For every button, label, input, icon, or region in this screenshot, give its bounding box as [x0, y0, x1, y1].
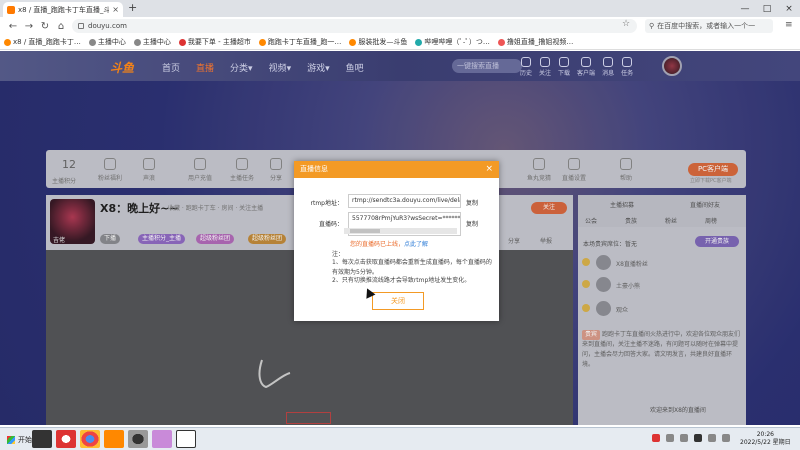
copy-code-button[interactable]: 复制 [466, 219, 478, 228]
window-controls: — □ × [734, 0, 800, 17]
bookmark-favicon-icon [133, 38, 141, 46]
taskbar-app-icon[interactable] [176, 430, 196, 448]
scrollbar-thumb[interactable] [350, 229, 380, 233]
tray-icon[interactable] [680, 434, 688, 442]
obs-icon[interactable] [128, 430, 148, 448]
browser-search-placeholder: 在百度中搜索，或者输入一个一 [657, 22, 756, 30]
rtmp-address-field[interactable]: rtmp://sendtc3a.douyu.com/live/delay [348, 194, 461, 208]
maximize-button[interactable]: □ [756, 0, 778, 17]
system-tray [652, 434, 730, 442]
bookmark-item[interactable]: 主播中心 [88, 37, 126, 47]
bookmark-item[interactable]: 跑跑卡丁车直播_跑一… [258, 37, 341, 47]
home-icon[interactable]: ⌂ [54, 21, 68, 32]
new-tab-button[interactable]: + [128, 1, 137, 14]
bookmarks-bar: x8 / 直播_跑跑卡丁… 主播中心 主播中心 我要下单 - 主播超市 跑跑卡丁… [0, 35, 800, 50]
netease-music-icon[interactable] [56, 430, 76, 448]
note-1: 1、每次点击获取直播码都会重新生成直播码，每个直播码的有效期为5分钟。 [332, 259, 492, 276]
douyu-app-icon[interactable] [104, 430, 124, 448]
bookmark-favicon-icon [4, 38, 11, 46]
bookmark-favicon-icon [415, 38, 423, 46]
learn-more-link[interactable]: 点此了解 [404, 241, 428, 248]
clock-time: 20:26 [756, 431, 774, 438]
minimize-button[interactable]: — [734, 0, 756, 17]
bookmark-item[interactable]: 服装批发—斗鱼 [349, 37, 407, 47]
address-bar-row: ← → ↻ ⌂ douyu.com ☆ ⚲ 在百度中搜索，或者输入一个一 ≡ [0, 17, 800, 35]
bookmark-favicon-icon [88, 38, 96, 46]
bookmark-favicon-icon [258, 38, 266, 46]
bookmark-favicon-icon [497, 38, 505, 46]
url-text: douyu.com [88, 22, 127, 30]
tray-icon[interactable] [694, 434, 702, 442]
tray-icon[interactable] [652, 434, 660, 442]
browser-tab-strip: x8 / 直播_跑跑卡丁车直播_斗鱼 × + — □ × [0, 0, 800, 17]
warning-text: 您的直播码已上线，点此了解 [350, 241, 429, 248]
close-dialog-button[interactable]: 关闭 [372, 292, 424, 310]
chrome-icon[interactable] [80, 430, 100, 448]
tab-title: x8 / 直播_跑跑卡丁车直播_斗鱼 [18, 5, 110, 14]
stream-code-scrollbar[interactable] [344, 228, 457, 234]
note-2: 2、只有切换推流线路才会导致rtmp地址发生变化。 [332, 277, 471, 284]
url-field[interactable]: douyu.com [72, 19, 637, 33]
close-icon[interactable]: × [485, 161, 493, 178]
tab-close-icon[interactable]: × [112, 5, 119, 14]
douyu-favicon-icon [7, 5, 15, 14]
close-window-button[interactable]: × [778, 0, 800, 17]
bookmark-item[interactable]: 主播中心 [133, 37, 171, 47]
clock-date: 2022/5/22 星期日 [740, 439, 791, 446]
browser-search-field[interactable]: ⚲ 在百度中搜索，或者输入一个一 [645, 19, 773, 33]
bookmark-star-icon[interactable]: ☆ [622, 19, 630, 29]
bookmark-item[interactable]: x8 / 直播_跑跑卡丁… [4, 37, 81, 47]
network-icon[interactable] [708, 434, 716, 442]
back-arrow-icon[interactable]: ← [6, 21, 20, 32]
lock-icon [78, 23, 84, 29]
dialog-header: 直播信息 × [294, 161, 499, 178]
bookmark-item[interactable]: 撸姐直播_撸姐视频… [497, 37, 573, 47]
taskbar-app-icon[interactable] [152, 430, 172, 448]
bookmark-favicon-icon [178, 38, 186, 46]
forward-arrow-icon[interactable]: → [22, 21, 36, 32]
copy-rtmp-button[interactable]: 复制 [466, 198, 478, 207]
browser-tab[interactable]: x8 / 直播_跑跑卡丁车直播_斗鱼 × [3, 2, 123, 17]
dialog-title: 直播信息 [300, 165, 328, 173]
baidu-search-icon: ⚲ [649, 22, 655, 30]
windows-logo-icon [7, 435, 15, 444]
tray-icon[interactable] [666, 434, 674, 442]
bookmark-item[interactable]: 哔哩哔哩（ﾟ-ﾟ）つ… [415, 37, 490, 47]
windows-taskbar: 开始 20:26 2022/5/22 星期日 [0, 427, 800, 450]
bookmark-item[interactable]: 我要下单 - 主播超市 [178, 37, 251, 47]
rtmp-label: rtmp地址： [310, 200, 343, 207]
volume-icon[interactable] [722, 434, 730, 442]
stream-code-label: 直播码： [318, 221, 343, 228]
browser-menu-icon[interactable]: ≡ [785, 20, 793, 30]
bookmark-favicon-icon [349, 38, 357, 46]
taskbar-app-icon[interactable] [32, 430, 52, 448]
taskbar-clock[interactable]: 20:26 2022/5/22 星期日 [740, 431, 791, 447]
reload-icon[interactable]: ↻ [38, 21, 52, 32]
